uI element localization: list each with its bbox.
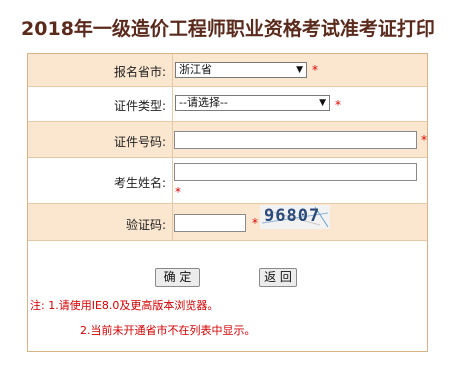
id-number-input[interactable] — [174, 131, 417, 149]
province-row: 报名省市: 浙江省 ▼ * — [28, 54, 427, 87]
id-type-row: 证件类型: --请选择-- ▼ * — [28, 87, 427, 122]
id-number-label-cell: 证件号码: — [28, 122, 173, 157]
required-marker: * — [175, 185, 181, 199]
back-button[interactable]: 返 回 — [259, 268, 297, 287]
captcha-row: 验证码: * — [28, 204, 427, 241]
id-type-label: 证件类型: — [113, 99, 166, 113]
chevron-down-icon: ▼ — [319, 98, 326, 108]
captcha-image[interactable]: 96807 — [260, 205, 330, 229]
exam-ticket-form: 报名省市: 浙江省 ▼ * 证件类型: --请选择-- ▼ * 证件号码: * … — [27, 53, 428, 352]
captcha-code: 96807 — [264, 206, 321, 226]
page-title: 2018年一级造价工程师职业资格考试准考证打印 — [21, 18, 435, 40]
captcha-input[interactable] — [174, 214, 246, 232]
required-marker: * — [252, 216, 258, 230]
chevron-down-icon: ▼ — [296, 65, 303, 75]
id-number-row: 证件号码: * — [28, 122, 427, 158]
name-label: 考生姓名: — [113, 176, 166, 190]
captcha-label-cell: 验证码: — [28, 204, 173, 240]
required-marker: * — [421, 133, 427, 147]
confirm-button[interactable]: 确 定 — [155, 268, 200, 287]
id-type-label-cell: 证件类型: — [28, 87, 173, 121]
name-input[interactable] — [174, 163, 417, 181]
province-label: 报名省市: — [113, 65, 166, 79]
name-row: 考生姓名: * — [28, 158, 427, 204]
id-type-select[interactable]: --请选择-- ▼ — [175, 95, 330, 111]
province-select[interactable]: 浙江省 ▼ — [175, 62, 307, 78]
province-selected-value: 浙江省 — [179, 63, 212, 76]
note-browser: 注: 1.请使用IE8.0及更高版本浏览器。 — [30, 299, 219, 312]
required-marker: * — [312, 63, 318, 77]
note-province: 2.当前未开通省市不在列表中显示。 — [80, 324, 256, 337]
actions-row: 确 定 返 回 注: 1.请使用IE8.0及更高版本浏览器。 2.当前未开通省市… — [28, 241, 427, 351]
id-type-selected-value: --请选择-- — [179, 96, 228, 109]
province-label-cell: 报名省市: — [28, 54, 173, 86]
id-number-label: 证件号码: — [113, 135, 166, 149]
required-marker: * — [335, 98, 341, 112]
captcha-label: 验证码: — [125, 218, 166, 232]
name-label-cell: 考生姓名: — [28, 158, 173, 203]
